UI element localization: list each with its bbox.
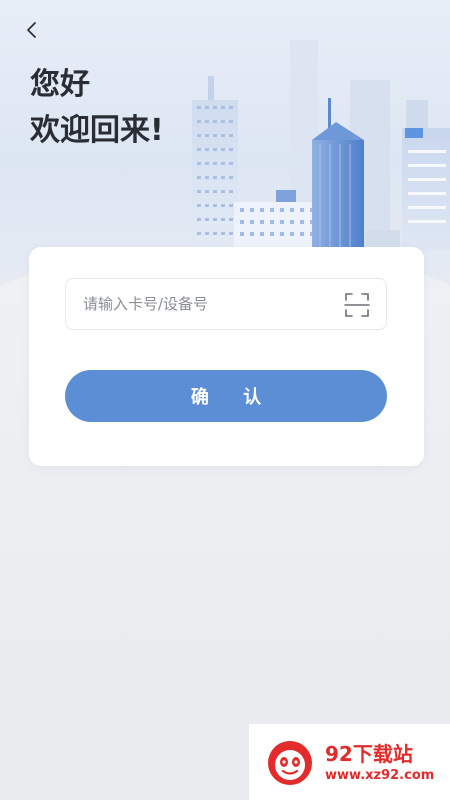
watermark-title: 92下载站 — [325, 742, 413, 766]
greeting-line-1: 您好 — [30, 67, 90, 102]
city-skyline-illustration — [192, 40, 450, 250]
card-number-input[interactable] — [66, 280, 343, 328]
login-card: 确 认 — [29, 247, 424, 466]
back-button[interactable] — [16, 14, 48, 46]
scan-icon[interactable] — [344, 292, 370, 318]
watermark-url: www.xz92.com — [325, 768, 435, 783]
mascot-logo-icon — [268, 741, 312, 785]
confirm-button-label: 确 认 — [190, 387, 276, 408]
site-watermark: 92下载站 www.xz92.com — [249, 724, 450, 800]
welcome-heading: 您好 欢迎回来! — [30, 62, 164, 154]
confirm-button[interactable]: 确 认 — [65, 370, 387, 422]
card-number-field[interactable] — [65, 278, 387, 330]
chevron-left-icon — [27, 22, 36, 38]
greeting-line-2: 欢迎回来! — [30, 113, 164, 148]
